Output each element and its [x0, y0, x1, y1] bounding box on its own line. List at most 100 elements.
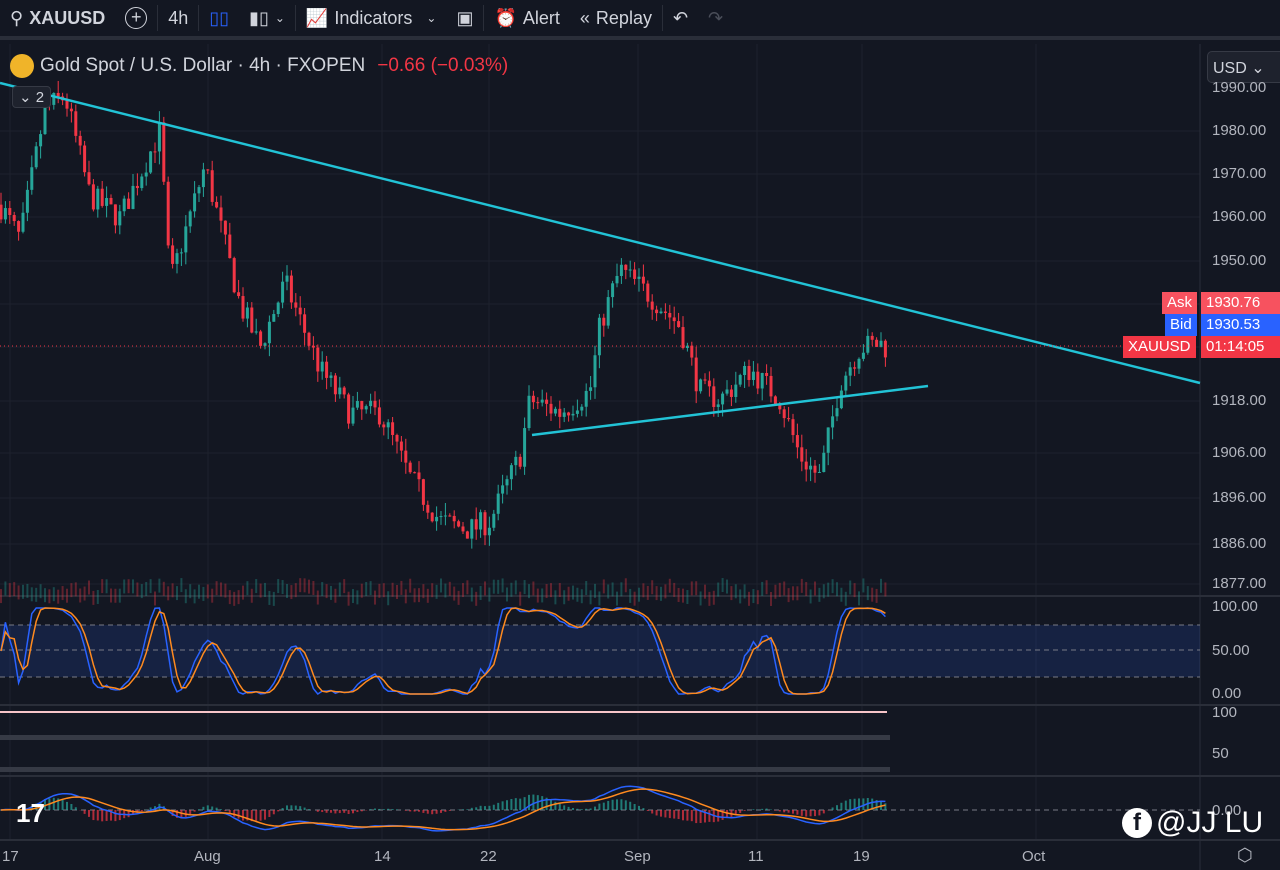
- volume-bar: [778, 582, 781, 597]
- candle-body: [677, 321, 681, 328]
- volume-bar: [717, 582, 720, 597]
- candle-body: [743, 365, 747, 376]
- volume-bar: [792, 586, 794, 601]
- candle-body: [122, 198, 126, 212]
- candle-body: [505, 479, 509, 486]
- candle-body: [109, 197, 113, 205]
- candle-body: [17, 221, 21, 232]
- bid-price: 1930.53: [1201, 314, 1280, 336]
- candle-body: [96, 188, 100, 210]
- candle-body: [597, 317, 601, 356]
- candle-body: [228, 234, 232, 259]
- candle-body: [162, 122, 166, 182]
- candle-body: [760, 372, 764, 389]
- candle-body: [747, 365, 751, 380]
- candle-body: [193, 193, 197, 212]
- volume-bar: [52, 587, 55, 602]
- candle-body: [795, 435, 799, 448]
- candle-body: [430, 512, 434, 522]
- volume-bar: [312, 580, 315, 595]
- candle-body: [131, 185, 135, 209]
- volume-bar: [171, 583, 174, 598]
- volume-bar: [352, 589, 354, 604]
- volume-bar: [92, 590, 95, 605]
- volume-bar: [448, 581, 451, 596]
- candle-body: [78, 135, 82, 146]
- volume-bar: [440, 578, 442, 593]
- volume-bar: [550, 583, 552, 598]
- volume-bar: [426, 588, 429, 603]
- chart-canvas[interactable]: [0, 0, 1280, 870]
- candle-body: [52, 92, 56, 105]
- gold-icon: [10, 54, 34, 78]
- volume-bar: [536, 588, 539, 603]
- candle-body: [848, 367, 852, 376]
- volume-bar: [677, 587, 680, 602]
- volume-bar: [748, 591, 750, 606]
- volume-bar: [646, 585, 649, 600]
- volume-bar: [184, 589, 187, 604]
- candle-body: [765, 372, 769, 376]
- candle-body: [800, 447, 804, 462]
- candle-body: [615, 275, 619, 284]
- volume-bar: [620, 582, 623, 597]
- volume-bar: [176, 586, 178, 601]
- candle-body: [567, 412, 571, 416]
- volume-bar: [83, 586, 86, 601]
- candle-body: [769, 375, 773, 397]
- candle-body: [571, 413, 575, 416]
- volume-bar: [673, 582, 676, 597]
- stoch-axis-0: 0.00: [1212, 685, 1242, 702]
- volume-bar: [189, 584, 192, 599]
- indicators-collapse-button[interactable]: ⌄ 2: [12, 86, 52, 108]
- pane2-axis-100: 100: [1212, 704, 1238, 721]
- volume-bar: [479, 586, 482, 601]
- volume-bar: [884, 582, 887, 597]
- volume-bar: [409, 578, 412, 593]
- candle-body: [87, 172, 91, 185]
- volume-bar: [580, 589, 583, 604]
- candle-body: [206, 169, 210, 171]
- volume-bar: [48, 589, 51, 604]
- candle-body: [470, 519, 474, 539]
- candle-body: [333, 375, 337, 395]
- time-label: 14: [374, 848, 391, 865]
- candle-body: [144, 172, 148, 177]
- candle-body: [611, 283, 615, 298]
- volume-bar: [237, 590, 240, 605]
- settings-icon[interactable]: ⬡: [1237, 845, 1253, 866]
- candle-body: [69, 108, 73, 112]
- volume-bar: [642, 583, 645, 598]
- volume-bar: [787, 588, 790, 603]
- candle-body: [421, 479, 425, 505]
- candle-body: [822, 452, 826, 473]
- candle-body: [382, 424, 386, 428]
- volume-bar: [514, 580, 517, 595]
- volume-bar: [796, 586, 799, 601]
- volume-bar: [404, 589, 407, 604]
- volume-bar: [664, 584, 667, 599]
- volume-bar: [462, 583, 464, 598]
- volume-bar: [682, 588, 684, 603]
- candle-body: [360, 401, 364, 410]
- candle-body: [483, 512, 487, 536]
- volume-bar: [281, 580, 284, 595]
- candle-body: [725, 389, 729, 394]
- candle-body: [716, 404, 720, 407]
- candle-body: [413, 472, 417, 474]
- volume-bar: [558, 582, 561, 597]
- volume-bar: [607, 584, 610, 599]
- price-axis-label: 1980.00: [1212, 122, 1267, 139]
- candle-body: [448, 515, 452, 517]
- volume-bar: [752, 589, 755, 604]
- candle-body: [0, 204, 3, 220]
- watermark: f @JJ LU: [1122, 806, 1263, 840]
- candle-body: [100, 188, 104, 206]
- volume-bar: [264, 582, 266, 597]
- volume-bar: [862, 578, 865, 593]
- volume-bar: [475, 591, 478, 606]
- candle-body: [540, 399, 544, 403]
- volume-bar: [277, 579, 280, 594]
- candle-body: [188, 211, 192, 227]
- volume-bar: [224, 583, 227, 598]
